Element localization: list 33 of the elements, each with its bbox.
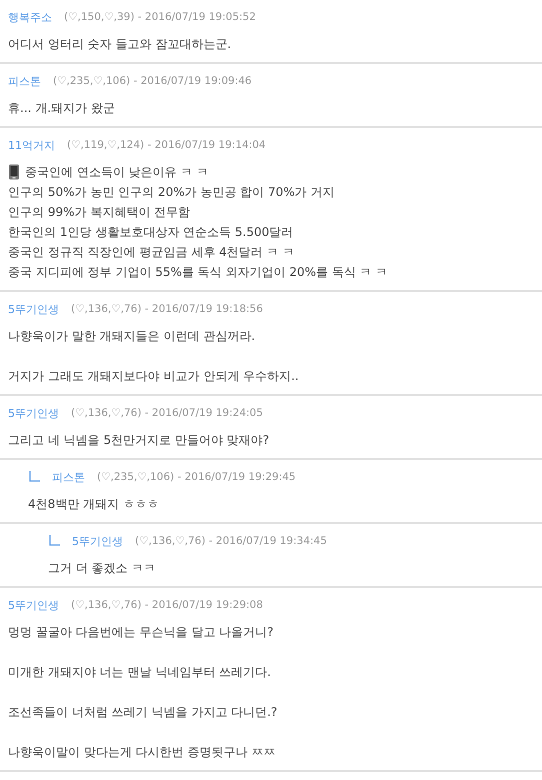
comment-meta: (♡,136,♡,76) - 2016/07/19 19:29:08 (71, 599, 263, 611)
comment-text: 어디서 엉터리 숫자 들고와 잠꼬대하는군. (8, 36, 232, 53)
comment-meta: (♡,235,♡,106) - 2016/07/19 19:09:46 (53, 75, 252, 87)
comment-meta: (♡,136,♡,76) - 2016/07/19 19:24:05 (71, 407, 263, 419)
comment-text: 미개한 개돼지야 너는 맨날 닉네임부터 쓰레기다. (8, 664, 271, 681)
author-link[interactable]: 5뚜기인생 (8, 406, 59, 420)
comment-text: 중국인에 연소득이 낮은이유 ㅋ ㅋ (25, 164, 208, 181)
comment-meta: (♡,136,♡,76) - 2016/07/19 19:18:56 (71, 303, 263, 315)
comment-text: 거지가 그래도 개돼지보다야 비교가 안되게 우수하지.. (8, 368, 299, 385)
comment-text: 4천8백만 개돼지 ㅎㅎㅎ (28, 496, 159, 513)
author-link[interactable]: 행복주소 (8, 10, 52, 24)
comment-text: 중국 지디피에 정부 기업이 55%를 독식 외자기업이 20%를 독식 ㅋ ㅋ (8, 264, 388, 281)
comment-text: 휴... 개.돼지가 왔군 (8, 100, 115, 117)
author-link[interactable]: 11억거지 (8, 138, 55, 152)
comment-text: 한국인의 1인당 생활보호대상자 연순소득 5.500달러 (8, 224, 294, 241)
author-link[interactable]: 피스톤 (8, 74, 41, 88)
comment-text: 나향욱이가 말한 개돼지들은 이런데 관심꺼라. (8, 328, 256, 345)
author-link[interactable]: 피스톤 (52, 470, 85, 484)
comment-text: 멍멍 꿀굴아 다음번에는 무슨닉을 달고 나올거니? (8, 624, 274, 641)
comment-text: 나향욱이말이 맞다는게 다시한번 증명됫구나 ㅉㅉ (8, 744, 276, 761)
comment-meta: (♡,150,♡,39) - 2016/07/19 19:05:52 (64, 11, 256, 23)
author-link[interactable]: 5뚜기인생 (72, 534, 123, 548)
comment-text: 그거 더 좋겠소 ㅋㅋ (48, 560, 156, 577)
comment-text: 그리고 네 닉넴을 5천만거지로 만들어야 맞재야? (8, 432, 270, 449)
comment-text: 인구의 50%가 농민 인구의 20%가 농민공 합이 70%가 거지 (8, 184, 335, 201)
comment-meta: (♡,136,♡,76) - 2016/07/19 19:34:45 (135, 535, 327, 547)
comment-text: 인구의 99%가 복지혜택이 전무함 (8, 204, 190, 221)
author-link[interactable]: 5뚜기인생 (8, 598, 59, 612)
comment-text: 조선족들이 너처럼 쓰레기 닉넴을 가지고 다니던.? (8, 704, 278, 721)
comment-meta: (♡,235,♡,106) - 2016/07/19 19:29:45 (97, 471, 296, 483)
comment-text: 중국인 정규직 직장인에 평균임금 세후 4천달러 ㅋ ㅋ (8, 244, 294, 261)
comment-meta: (♡,119,♡,124) - 2016/07/19 19:14:04 (67, 139, 266, 151)
author-link[interactable]: 5뚜기인생 (8, 302, 59, 316)
